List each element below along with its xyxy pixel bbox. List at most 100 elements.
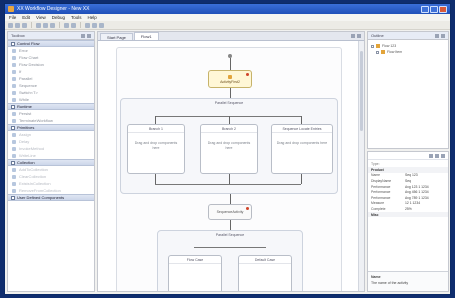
collapse-icon[interactable] bbox=[11, 104, 15, 109]
pin-icon[interactable] bbox=[81, 33, 85, 38]
toolbox-item[interactable]: Delay bbox=[8, 138, 94, 145]
properties-filter[interactable]: Type: bbox=[368, 160, 448, 167]
toolbox-item[interactable]: Assign bbox=[8, 131, 94, 138]
branch-2[interactable]: Branch 2 Drag and drop components here bbox=[200, 124, 258, 174]
categorized-icon[interactable] bbox=[429, 153, 433, 158]
toolbox-item[interactable]: TerminateWorkflow bbox=[8, 117, 94, 124]
close-icon[interactable] bbox=[441, 153, 445, 158]
branch-flow-case[interactable]: Flow Case bbox=[168, 255, 222, 291]
debug-icon[interactable] bbox=[92, 22, 97, 28]
menu-debug[interactable]: Debug bbox=[52, 15, 65, 20]
toolbox-item[interactable]: Flow Decision bbox=[8, 61, 94, 68]
connector bbox=[155, 116, 156, 124]
toolbox-item[interactable]: ClearCollection bbox=[8, 173, 94, 180]
property-value[interactable]: Avg 456 1 1234 bbox=[405, 190, 429, 194]
undo-icon[interactable] bbox=[64, 22, 69, 28]
activity-middle-label: SequenceActivity bbox=[216, 210, 244, 214]
branch-default-case[interactable]: Default Case bbox=[238, 255, 292, 291]
property-category[interactable]: Misc bbox=[368, 211, 448, 218]
close-button[interactable] bbox=[439, 5, 447, 13]
toolbox-section[interactable]: Control Flow bbox=[8, 40, 94, 47]
toolbox-item[interactable]: WriteLine bbox=[8, 152, 94, 159]
branch-1[interactable]: Branch 1 Drag and drop components here bbox=[127, 124, 185, 174]
toolbox-item-label: Assign bbox=[19, 132, 32, 137]
toolbox-item[interactable]: Persist bbox=[8, 110, 94, 117]
save-icon[interactable] bbox=[22, 22, 27, 28]
toolbox-item[interactable]: AddToCollection bbox=[8, 166, 94, 173]
collapse-icon[interactable] bbox=[11, 125, 15, 130]
toolbox-item[interactable]: ExistsInCollection bbox=[8, 180, 94, 187]
activity-top[interactable]: ActivityFirst2 bbox=[208, 70, 252, 88]
toolbox-item[interactable]: Flow Chart bbox=[8, 54, 94, 61]
maximize-button[interactable] bbox=[430, 5, 438, 13]
expand-icon[interactable] bbox=[371, 44, 374, 48]
connector bbox=[229, 116, 230, 124]
toolbox-section[interactable]: Runtime bbox=[8, 103, 94, 110]
alphabetical-icon[interactable] bbox=[435, 153, 439, 158]
property-value[interactable]: Avg 123 1 1234 bbox=[405, 185, 429, 189]
collapse-icon[interactable] bbox=[11, 41, 15, 46]
menu-tools[interactable]: Tools bbox=[71, 15, 82, 20]
toolbox-item[interactable]: Error bbox=[8, 47, 94, 54]
menu-file[interactable]: File bbox=[9, 15, 16, 20]
toolbox-section[interactable]: User Defined Components bbox=[8, 194, 94, 201]
menu-view[interactable]: View bbox=[36, 15, 46, 20]
minimize-editor-icon[interactable] bbox=[351, 34, 355, 38]
toolbox-item[interactable]: RemoveFromCollection bbox=[8, 187, 94, 194]
copy-icon[interactable] bbox=[43, 22, 48, 28]
scrollbar-thumb[interactable] bbox=[360, 51, 363, 131]
tab-flow1[interactable]: Flow1 bbox=[133, 32, 159, 40]
toolbox-item-label: TerminateWorkflow bbox=[19, 118, 53, 123]
toolbox-panel: Toolbox Control Flow Error Flow Chart Flow … bbox=[7, 31, 95, 292]
toolbox-section[interactable]: Primitives bbox=[8, 124, 94, 131]
design-canvas[interactable]: ActivityFirst2 Parallel Sequence Branch … bbox=[98, 41, 364, 291]
parallel-sequence-lower[interactable]: Parallel Sequence Flow Case Default Case bbox=[157, 230, 303, 291]
tab-start-page[interactable]: Start Page bbox=[100, 33, 133, 40]
property-key: Name bbox=[371, 173, 381, 178]
close-icon[interactable] bbox=[87, 33, 91, 38]
toolbox-item[interactable]: Parallel bbox=[8, 75, 94, 82]
vertical-scrollbar[interactable] bbox=[358, 41, 364, 291]
parallel-sequence[interactable]: Parallel Sequence Branch 1 Drag and drop… bbox=[120, 98, 338, 194]
property-value[interactable]: Seq 123 bbox=[405, 173, 418, 177]
toolbox-section[interactable]: Collection bbox=[8, 159, 94, 166]
toolbox-item-label: Switch<T> bbox=[19, 90, 38, 95]
branch-body: Drag and drop components here bbox=[207, 141, 251, 150]
activity-icon bbox=[228, 74, 232, 79]
activity-icon bbox=[12, 153, 16, 158]
branch-3[interactable]: Sequence Locate Entries Drag and drop co… bbox=[271, 124, 333, 174]
minimize-button[interactable] bbox=[421, 5, 429, 13]
menu-edit[interactable]: Edit bbox=[22, 15, 30, 20]
collapse-icon[interactable] bbox=[11, 195, 15, 200]
toolbox-item[interactable]: InvokeMethod bbox=[8, 145, 94, 152]
close-icon[interactable] bbox=[441, 33, 445, 38]
expand-icon[interactable] bbox=[376, 50, 379, 54]
cut-icon[interactable] bbox=[36, 22, 41, 28]
property-category-label: Misc bbox=[371, 212, 379, 217]
toolbox-item-label: While bbox=[19, 97, 30, 102]
toolbox-item[interactable]: While bbox=[8, 96, 94, 103]
toolbar-separator bbox=[31, 22, 32, 28]
activity-middle[interactable]: SequenceActivity bbox=[208, 204, 252, 220]
run-icon[interactable] bbox=[85, 22, 90, 28]
stop-icon[interactable] bbox=[99, 22, 104, 28]
property-value[interactable]: Seq bbox=[405, 179, 411, 183]
filter-label: Type: bbox=[371, 161, 380, 166]
property-value[interactable]: 25% bbox=[405, 207, 412, 211]
toolbox-item[interactable]: Switch<T> bbox=[8, 89, 94, 96]
open-icon[interactable] bbox=[15, 22, 20, 28]
paste-icon[interactable] bbox=[50, 22, 55, 28]
menu-help[interactable]: Help bbox=[88, 15, 97, 20]
property-value[interactable]: Avg 789 1 1234 bbox=[405, 196, 429, 200]
new-icon[interactable] bbox=[8, 22, 13, 28]
property-value[interactable]: 12 1 1234 bbox=[405, 201, 420, 205]
pin-icon[interactable] bbox=[435, 33, 439, 38]
activity-icon bbox=[381, 50, 385, 54]
toolbox-item[interactable]: If bbox=[8, 68, 94, 75]
toolbox-item[interactable]: Sequence bbox=[8, 82, 94, 89]
collapse-icon[interactable] bbox=[11, 160, 15, 165]
outline-item[interactable]: Flow Item bbox=[371, 49, 445, 55]
maximize-editor-icon[interactable] bbox=[357, 34, 361, 38]
redo-icon[interactable] bbox=[71, 22, 76, 28]
toolbox-item-label: Sequence bbox=[19, 83, 38, 88]
